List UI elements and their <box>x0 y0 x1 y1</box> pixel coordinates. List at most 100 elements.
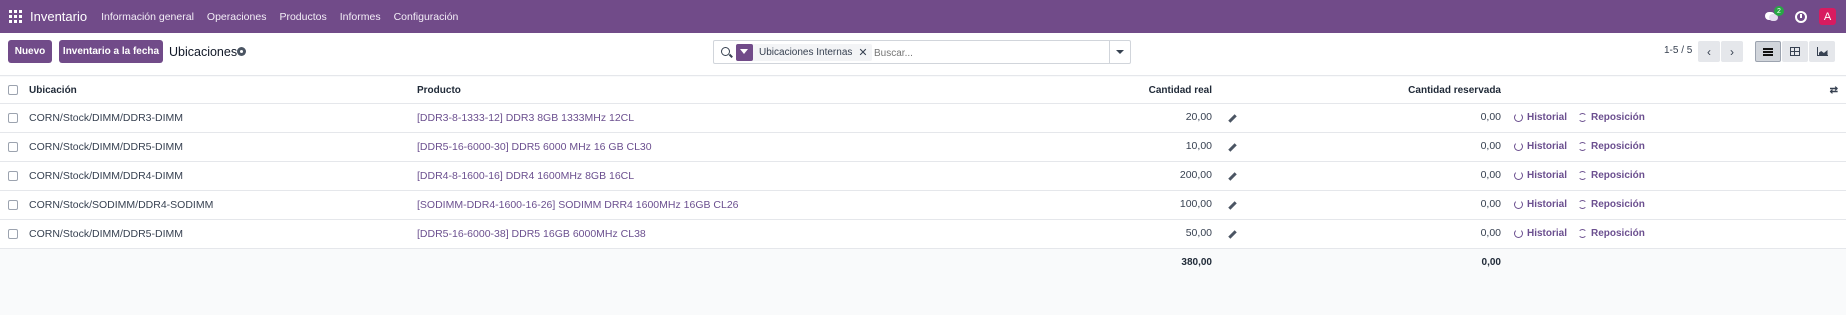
column-header-quantity[interactable]: Cantidad real <box>1149 77 1212 103</box>
quantity-cell[interactable]: 10,00 <box>1186 133 1212 161</box>
quantity-cell[interactable]: 200,00 <box>1180 162 1212 190</box>
gear-icon[interactable] <box>237 47 246 56</box>
location-cell: CORN/Stock/SODIMM/DDR4-SODIMM <box>29 199 214 211</box>
pencil-icon[interactable] <box>1227 114 1236 123</box>
refresh-icon <box>1578 229 1587 238</box>
activity-clock-icon[interactable] <box>1795 10 1807 23</box>
apps-menu-icon[interactable] <box>9 10 22 23</box>
graph-view-button[interactable] <box>1809 41 1835 62</box>
quantity-cell[interactable]: 50,00 <box>1186 220 1212 248</box>
table-row[interactable]: CORN/Stock/DIMM/DDR5-DIMM [DDR5-16-6000-… <box>0 133 1846 162</box>
menu-item-operations[interactable]: Operaciones <box>207 11 267 23</box>
pivot-icon <box>1790 47 1800 56</box>
new-button[interactable]: Nuevo <box>8 40 52 63</box>
history-icon <box>1514 171 1523 180</box>
replenish-button[interactable]: Reposición <box>1578 112 1645 123</box>
history-icon <box>1514 229 1523 238</box>
menu-item-reports[interactable]: Informes <box>340 11 381 23</box>
replenish-button[interactable]: Reposición <box>1578 170 1645 181</box>
pager-next-button[interactable]: › <box>1721 41 1743 62</box>
history-label: Historial <box>1527 141 1568 152</box>
history-button[interactable]: Historial <box>1514 228 1567 239</box>
breadcrumb: Ubicaciones <box>169 45 238 59</box>
history-button[interactable]: Historial <box>1514 170 1567 181</box>
history-button[interactable]: Historial <box>1514 141 1567 152</box>
replenish-label: Reposición <box>1591 141 1645 152</box>
menu-item-products[interactable]: Productos <box>279 11 326 23</box>
search-input[interactable] <box>874 45 1074 61</box>
refresh-icon <box>1578 200 1587 209</box>
search-icon <box>721 47 730 56</box>
pencil-icon[interactable] <box>1227 172 1236 181</box>
row-checkbox[interactable] <box>8 171 18 181</box>
product-link[interactable]: [DDR4-8-1600-16] DDR4 1600MHz 8GB 16CL <box>417 162 634 190</box>
facet-label: Ubicaciones Internas <box>759 47 853 58</box>
reserved-cell: 0,00 <box>1480 227 1501 239</box>
product-link[interactable]: [DDR3-8-1333-12] DDR3 8GB 1333MHz 12CL <box>417 104 634 132</box>
optional-columns-icon[interactable]: ⇄ <box>1830 85 1838 96</box>
refresh-icon <box>1578 142 1587 151</box>
row-checkbox[interactable] <box>8 142 18 152</box>
control-panel: Nuevo Inventario a la fecha Ubicaciones … <box>0 33 1846 76</box>
product-link[interactable]: [DDR5-16-6000-38] DDR5 16GB 6000MHz CL38 <box>417 220 646 248</box>
table-row[interactable]: CORN/Stock/SODIMM/DDR4-SODIMM [SODIMM-DD… <box>0 191 1846 220</box>
pencil-icon[interactable] <box>1227 143 1236 152</box>
close-icon[interactable]: ✕ <box>858 46 871 59</box>
refresh-icon <box>1578 171 1587 180</box>
replenish-button[interactable]: Reposición <box>1578 228 1645 239</box>
location-cell: CORN/Stock/DIMM/DDR5-DIMM <box>29 141 183 153</box>
quantity-cell[interactable]: 100,00 <box>1180 191 1212 219</box>
history-button[interactable]: Historial <box>1514 112 1567 123</box>
row-checkbox[interactable] <box>8 200 18 210</box>
pencil-icon[interactable] <box>1227 230 1236 239</box>
table-row[interactable]: CORN/Stock/DIMM/DDR3-DIMM [DDR3-8-1333-1… <box>0 104 1846 133</box>
history-icon <box>1514 142 1523 151</box>
user-avatar[interactable]: A <box>1819 8 1836 25</box>
history-button[interactable]: Historial <box>1514 199 1567 210</box>
main-menu: Información general Operaciones Producto… <box>101 11 471 23</box>
replenish-label: Reposición <box>1591 112 1645 123</box>
top-navbar: Inventario Información general Operacion… <box>0 0 1846 33</box>
app-name[interactable]: Inventario <box>30 9 87 24</box>
chat-icon[interactable]: 2 <box>1765 6 1784 22</box>
search-options-toggle[interactable] <box>1109 41 1130 63</box>
inventory-at-date-button[interactable]: Inventario a la fecha <box>59 40 163 63</box>
pivot-view-button[interactable] <box>1782 41 1808 62</box>
location-cell: CORN/Stock/DIMM/DDR4-DIMM <box>29 170 183 182</box>
column-header-reserved[interactable]: Cantidad reservada <box>1408 77 1501 103</box>
replenish-label: Reposición <box>1591 199 1645 210</box>
table-row[interactable]: CORN/Stock/DIMM/DDR5-DIMM [DDR5-16-6000-… <box>0 220 1846 249</box>
replenish-label: Reposición <box>1591 228 1645 239</box>
graph-icon <box>1816 47 1828 56</box>
pager-previous-button[interactable]: ‹ <box>1698 41 1720 62</box>
list-icon <box>1763 47 1773 56</box>
quantity-cell[interactable]: 20,00 <box>1186 104 1212 132</box>
location-cell: CORN/Stock/DIMM/DDR5-DIMM <box>29 228 183 240</box>
table-footer: 380,00 0,00 <box>0 249 1846 276</box>
menu-item-configuration[interactable]: Configuración <box>394 11 459 23</box>
list-view-button[interactable] <box>1755 41 1781 62</box>
history-label: Historial <box>1527 170 1568 181</box>
select-all-checkbox[interactable] <box>8 85 18 95</box>
reserved-cell: 0,00 <box>1480 111 1501 123</box>
search-facet: Ubicaciones Internas ✕ <box>736 44 872 61</box>
column-header-product[interactable]: Producto <box>417 77 461 103</box>
pager-value[interactable]: 1-5 / 5 <box>1664 45 1692 56</box>
replenish-button[interactable]: Reposición <box>1578 141 1645 152</box>
table-row[interactable]: CORN/Stock/DIMM/DDR4-DIMM [DDR4-8-1600-1… <box>0 162 1846 191</box>
product-link[interactable]: [SODIMM-DDR4-1600-16-26] SODIMM DRR4 160… <box>417 191 739 219</box>
product-link[interactable]: [DDR5-16-6000-30] DDR5 6000 MHz 16 GB CL… <box>417 133 652 161</box>
pencil-icon[interactable] <box>1227 201 1236 210</box>
row-checkbox[interactable] <box>8 113 18 123</box>
history-label: Historial <box>1527 228 1568 239</box>
stock-table: Ubicación Producto Cantidad real Cantida… <box>0 77 1846 276</box>
history-icon <box>1514 200 1523 209</box>
row-checkbox[interactable] <box>8 229 18 239</box>
navbar-systray: 2 A <box>1765 0 1836 33</box>
replenish-button[interactable]: Reposición <box>1578 199 1645 210</box>
menu-item-overview[interactable]: Información general <box>101 11 194 23</box>
filter-icon <box>736 44 753 61</box>
history-label: Historial <box>1527 199 1568 210</box>
column-header-location[interactable]: Ubicación <box>29 77 77 103</box>
reserved-cell: 0,00 <box>1480 198 1501 210</box>
